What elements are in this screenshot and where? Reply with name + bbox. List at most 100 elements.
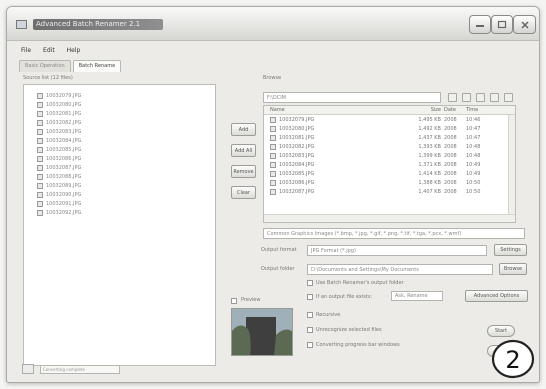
source-file-name: 10032086.JPG (46, 155, 82, 162)
source-list-label: Source list (12 files) (23, 75, 73, 81)
browser-file-row[interactable]: 10032080.JPG 1,492 KB 2008 10:47 (264, 124, 515, 133)
browse-output-button[interactable]: Browse (499, 263, 527, 275)
browser-file-name-cell: 10032080.JPG (264, 125, 414, 132)
browser-file-time: 10:49 (466, 170, 481, 177)
col-date-header[interactable]: Date (444, 106, 466, 114)
col-size-header[interactable]: Size (414, 106, 444, 114)
source-file-row[interactable]: 10032083.JPG (24, 127, 215, 136)
file-type-filter[interactable]: Common Graphics Images (*.bmp, *.jpg, *.… (263, 228, 525, 239)
source-file-row[interactable]: 10032091.JPG (24, 199, 215, 208)
output-folder-input[interactable]: D:\Documents and Settings\My Documents (307, 264, 493, 275)
tab-batch-rename[interactable]: Batch Rename (72, 60, 122, 72)
source-file-name: 10032080.JPG (46, 101, 82, 108)
menu-edit[interactable]: Edit (41, 47, 57, 57)
source-file-row[interactable]: 10032079.JPG (24, 91, 215, 100)
browser-file-row[interactable]: 10032084.JPG 1,371 KB 2008 10:49 (264, 160, 515, 169)
browser-file-name-cell: 10032085.JPG (264, 170, 414, 177)
browser-file-size: 1,371 KB (418, 161, 441, 168)
menu-file[interactable]: File (19, 47, 33, 57)
browser-file-row[interactable]: 10032081.JPG 1,437 KB 2008 10:47 (264, 133, 515, 142)
overwrite-select[interactable]: Ask, Rename (391, 291, 443, 301)
recursive-checkbox[interactable] (307, 312, 313, 318)
view-menu-icon[interactable] (490, 93, 499, 102)
remove-button[interactable]: Remove (231, 165, 256, 178)
close-button[interactable] (513, 15, 536, 34)
source-file-name: 10032082.JPG (46, 119, 82, 126)
source-rows: 10032079.JPG 10032080.JPG 10032081.JPG 1003… (24, 85, 215, 217)
browser-file-name-cell: 10032079.JPG (264, 116, 414, 123)
browser-file-name-cell: 10032084.JPG (264, 161, 414, 168)
tab-basic-operation[interactable]: Basic Operation (19, 60, 71, 72)
browser-file-name-cell: 10032083.JPG (264, 152, 414, 159)
use-output-folder-checkbox[interactable] (307, 280, 313, 286)
browser-file-size: 1,414 KB (418, 170, 441, 177)
overwrite-checkbox[interactable] (307, 294, 313, 300)
browser-file-row[interactable]: 10032082.JPG 1,393 KB 2008 10:48 (264, 142, 515, 151)
add-button[interactable]: Add (231, 123, 256, 136)
source-file-name: 10032091.JPG (46, 200, 82, 207)
col-time-header[interactable]: Time (466, 106, 486, 114)
browser-file-row[interactable]: 10032086.JPG 1,388 KB 2008 10:50 (264, 178, 515, 187)
source-file-row[interactable]: 10032086.JPG (24, 154, 215, 163)
source-file-list[interactable]: 10032079.JPG 10032080.JPG 10032081.JPG 1003… (23, 84, 216, 366)
refresh-icon[interactable] (504, 93, 513, 102)
browser-file-date: 2008 (444, 125, 457, 132)
image-file-icon (37, 101, 43, 108)
add-all-button[interactable]: Add All (231, 144, 256, 157)
preview-checkbox[interactable] (231, 298, 237, 304)
col-name-header[interactable]: Name (264, 106, 414, 114)
browser-file-time: 10:50 (466, 188, 481, 195)
back-icon[interactable] (448, 93, 457, 102)
source-file-row[interactable]: 10032080.JPG (24, 100, 215, 109)
browser-file-time: 10:50 (466, 179, 481, 186)
browse-label: Browse (263, 75, 282, 81)
file-list-hscrollbar[interactable] (264, 214, 515, 222)
up-folder-icon[interactable] (462, 93, 471, 102)
file-browser-list[interactable]: Name Size Date Time 10032079.JPG 1,495 KB… (263, 105, 516, 223)
file-list-scrollbar[interactable] (508, 115, 515, 214)
new-folder-icon[interactable] (476, 93, 485, 102)
overwrite-label: If an output file exists: (316, 294, 373, 300)
browser-file-date: 2008 (444, 134, 457, 141)
browser-file-row[interactable]: 10032087.JPG 1,407 KB 2008 10:50 (264, 187, 515, 196)
source-file-row[interactable]: 10032085.JPG (24, 145, 215, 154)
unrecognize-checkbox[interactable] (307, 327, 313, 333)
source-file-row[interactable]: 10032081.JPG (24, 109, 215, 118)
minimize-button[interactable] (469, 15, 491, 34)
browser-file-row[interactable]: 10032083.JPG 1,399 KB 2008 10:48 (264, 151, 515, 160)
title-bar[interactable]: Advanced Batch Renamer 2.1 (7, 7, 539, 41)
folder-path-combo[interactable]: F:\DCIM (263, 92, 441, 103)
image-file-icon (37, 137, 43, 144)
source-file-row[interactable]: 10032092.JPG (24, 208, 215, 217)
settings-button[interactable]: Settings (494, 244, 527, 256)
maximize-button[interactable] (491, 15, 513, 34)
clear-button[interactable]: Clear (231, 186, 256, 199)
browser-file-name: 10032083.JPG (279, 152, 315, 159)
browser-file-date: 2008 (444, 188, 457, 195)
source-file-row[interactable]: 10032087.JPG (24, 163, 215, 172)
browser-file-name: 10032085.JPG (279, 170, 315, 177)
browser-file-name: 10032079.JPG (279, 116, 315, 123)
image-file-icon (270, 125, 276, 132)
browser-file-time: 10:47 (466, 134, 481, 141)
minimize-icon (476, 24, 484, 27)
source-file-row[interactable]: 10032082.JPG (24, 118, 215, 127)
source-file-row[interactable]: 10032084.JPG (24, 136, 215, 145)
progress-window-checkbox[interactable] (307, 342, 313, 348)
unrecognize-label: Unrecognize selected files (316, 327, 382, 333)
status-icon (22, 364, 34, 374)
source-file-row[interactable]: 10032089.JPG (24, 181, 215, 190)
source-file-name: 10032079.JPG (46, 92, 82, 99)
preview-photo (232, 309, 292, 355)
source-file-row[interactable]: 10032090.JPG (24, 190, 215, 199)
browser-file-row[interactable]: 10032079.JPG 1,495 KB 2008 10:46 (264, 115, 515, 124)
advanced-options-button[interactable]: Advanced Options (465, 290, 528, 302)
browser-file-name-cell: 10032087.JPG (264, 188, 414, 195)
file-list-header: Name Size Date Time (264, 106, 515, 115)
menu-help[interactable]: Help (65, 47, 83, 57)
output-format-select[interactable]: JPG Format (*.jpg) (307, 245, 487, 256)
browser-file-row[interactable]: 10032085.JPG 1,414 KB 2008 10:49 (264, 169, 515, 178)
start-button[interactable]: Start (487, 325, 515, 337)
output-format-value: JPG Format (*.jpg) (311, 248, 356, 254)
source-file-row[interactable]: 10032088.JPG (24, 172, 215, 181)
